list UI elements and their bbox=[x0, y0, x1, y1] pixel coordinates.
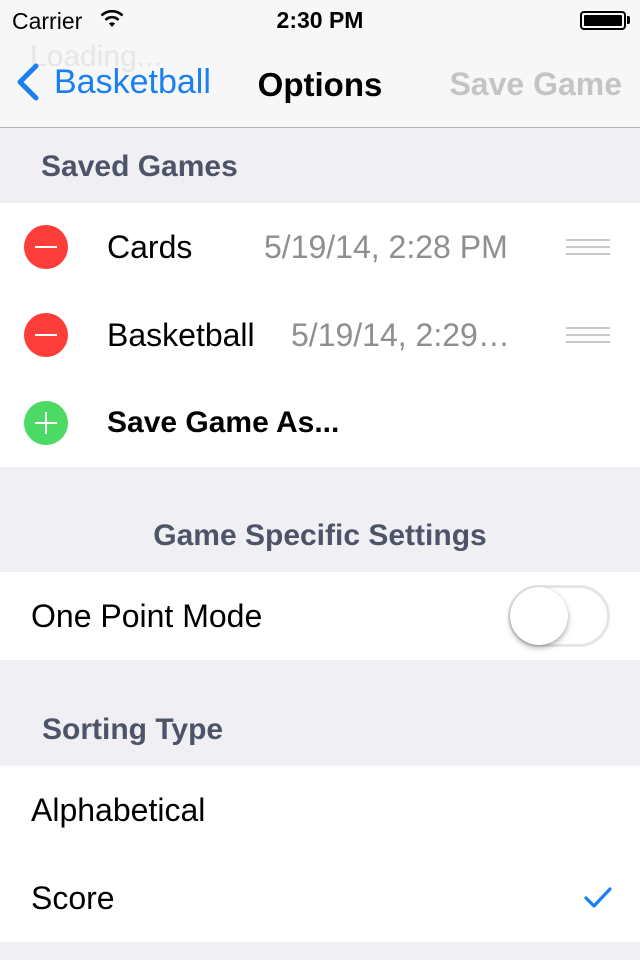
status-bar: Carrier 2:30 PM bbox=[0, 0, 640, 40]
section-header-saved-games: Saved Games bbox=[41, 150, 238, 183]
back-button[interactable]: Basketball bbox=[14, 62, 211, 102]
sort-option-alphabetical[interactable]: Alphabetical bbox=[0, 766, 640, 854]
reorder-handle-icon[interactable] bbox=[566, 327, 610, 343]
checkmark-icon bbox=[584, 887, 612, 908]
saved-game-row[interactable]: Basketball 5/19/14, 2:29… bbox=[0, 291, 640, 379]
one-point-mode-toggle[interactable] bbox=[508, 585, 610, 647]
sort-option-score[interactable]: Score bbox=[0, 854, 640, 942]
add-icon[interactable] bbox=[24, 401, 68, 445]
saved-game-name: Basketball bbox=[107, 316, 255, 353]
one-point-mode-row: One Point Mode bbox=[0, 572, 640, 660]
battery-tip bbox=[627, 16, 630, 24]
navigation-bar: Loading... Basketball Options Save Game bbox=[0, 40, 640, 128]
saved-games-list: Cards 5/19/14, 2:28 PM Basketball 5/19/1… bbox=[0, 203, 640, 467]
save-game-button[interactable]: Save Game bbox=[449, 66, 622, 103]
sort-option-label: Score bbox=[31, 879, 115, 916]
saved-game-date: 5/19/14, 2:29… bbox=[291, 316, 510, 353]
saved-game-name: Cards bbox=[107, 228, 193, 265]
battery-icon bbox=[580, 11, 626, 30]
sorting-type-list: Alphabetical Score bbox=[0, 766, 640, 942]
saved-game-date: 5/19/14, 2:28 PM bbox=[264, 228, 508, 265]
reorder-handle-icon[interactable] bbox=[566, 239, 610, 255]
page-title: Options bbox=[257, 66, 383, 103]
sort-option-label: Alphabetical bbox=[31, 791, 206, 828]
one-point-mode-label: One Point Mode bbox=[31, 597, 263, 634]
chevron-left-icon bbox=[17, 63, 39, 101]
back-button-label: Basketball bbox=[54, 62, 211, 101]
section-header-sorting-type: Sorting Type bbox=[42, 713, 224, 746]
save-game-as-label: Save Game As... bbox=[107, 406, 340, 439]
delete-icon[interactable] bbox=[24, 313, 68, 357]
game-settings-list: One Point Mode bbox=[0, 572, 640, 660]
clock: 2:30 PM bbox=[276, 7, 364, 33]
toggle-knob bbox=[510, 587, 568, 645]
saved-game-row[interactable]: Cards 5/19/14, 2:28 PM bbox=[0, 203, 640, 291]
section-header-game-settings: Game Specific Settings bbox=[153, 519, 487, 552]
save-game-as-row[interactable]: Save Game As... bbox=[0, 379, 640, 467]
delete-icon[interactable] bbox=[24, 225, 68, 269]
